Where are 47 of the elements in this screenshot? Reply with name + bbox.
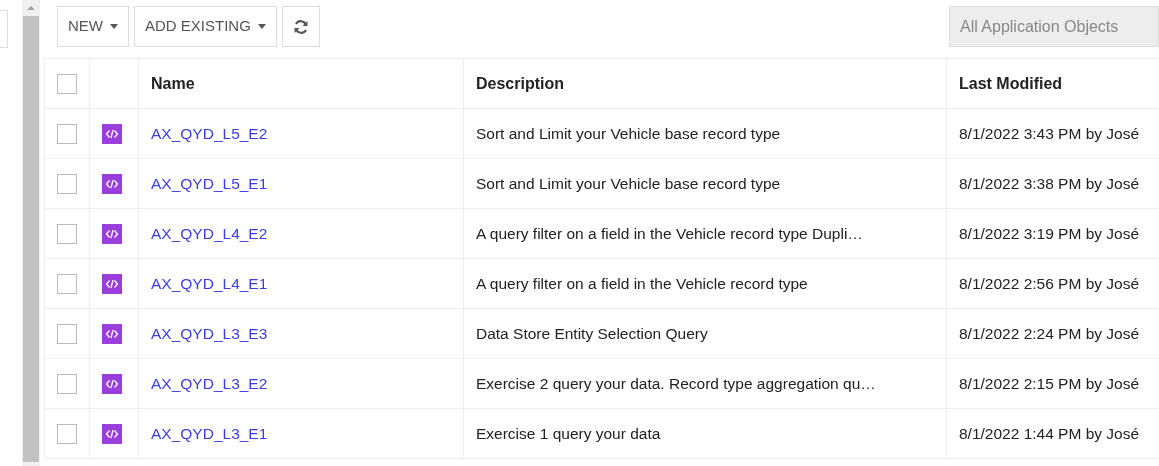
checkbox[interactable] [57, 273, 77, 294]
refresh-button[interactable] [281, 6, 320, 47]
menu-button[interactable]: NEW [57, 6, 129, 47]
code-icon [102, 223, 122, 244]
column-header: Last Modified [959, 74, 1063, 92]
checkbox[interactable] [57, 423, 77, 444]
checkbox[interactable] [57, 223, 77, 244]
column-header: Name [151, 74, 195, 92]
checkbox[interactable] [57, 373, 77, 394]
last-modified-text: 8/1/2022 3:43 PM by José [959, 124, 1140, 142]
object-link[interactable]: AX_QYD_L5_E2 [151, 124, 268, 142]
refresh-icon [292, 18, 309, 35]
last-modified-text: 8/1/2022 2:24 PM by José [959, 324, 1140, 342]
description-text: Data Store Entity Selection Query [476, 324, 708, 342]
code-icon [102, 273, 122, 294]
last-modified-text: 8/1/2022 2:56 PM by José [959, 274, 1140, 292]
checkbox[interactable] [57, 123, 77, 144]
checkbox[interactable] [57, 73, 77, 94]
menu-button[interactable]: ADD EXISTING [134, 6, 277, 47]
column-header: Description [476, 74, 564, 92]
description-text: Exercise 2 query your data. Record type aggregation qu… [476, 374, 876, 392]
object-link[interactable]: AX_QYD_L3_E1 [151, 424, 268, 442]
object-link[interactable]: AX_QYD_L3_E2 [151, 374, 268, 392]
code-icon [102, 123, 122, 144]
description-text: A query filter on a field in the Vehicle record type Dupli… [476, 224, 863, 242]
filter-field[interactable]: All Application Objects [949, 6, 1159, 47]
code-icon [102, 373, 122, 394]
checkbox[interactable] [57, 323, 77, 344]
checkbox[interactable] [57, 173, 77, 194]
scrollbar-thumb[interactable] [23, 16, 39, 462]
scroll-up-icon[interactable] [26, 4, 36, 12]
panel-edge [0, 10, 8, 48]
description-text: A query filter on a field in the Vehicle record type [476, 274, 808, 292]
code-icon [102, 323, 122, 344]
last-modified-text: 8/1/2022 2:15 PM by José [959, 374, 1140, 392]
description-text: Exercise 1 query your data [476, 424, 661, 442]
code-icon [102, 423, 122, 444]
last-modified-text: 8/1/2022 3:38 PM by José [959, 174, 1140, 192]
last-modified-text: 8/1/2022 3:19 PM by José [959, 224, 1140, 242]
description-text: Sort and Limit your Vehicle base record type [476, 124, 781, 142]
object-link[interactable]: AX_QYD_L3_E3 [151, 324, 268, 342]
object-link[interactable]: AX_QYD_L4_E1 [151, 274, 268, 292]
description-text: Sort and Limit your Vehicle base record type [476, 174, 781, 192]
object-link[interactable]: AX_QYD_L5_E1 [151, 174, 268, 192]
code-icon [102, 173, 122, 194]
object-link[interactable]: AX_QYD_L4_E2 [151, 224, 268, 242]
last-modified-text: 8/1/2022 1:44 PM by José [959, 424, 1140, 442]
